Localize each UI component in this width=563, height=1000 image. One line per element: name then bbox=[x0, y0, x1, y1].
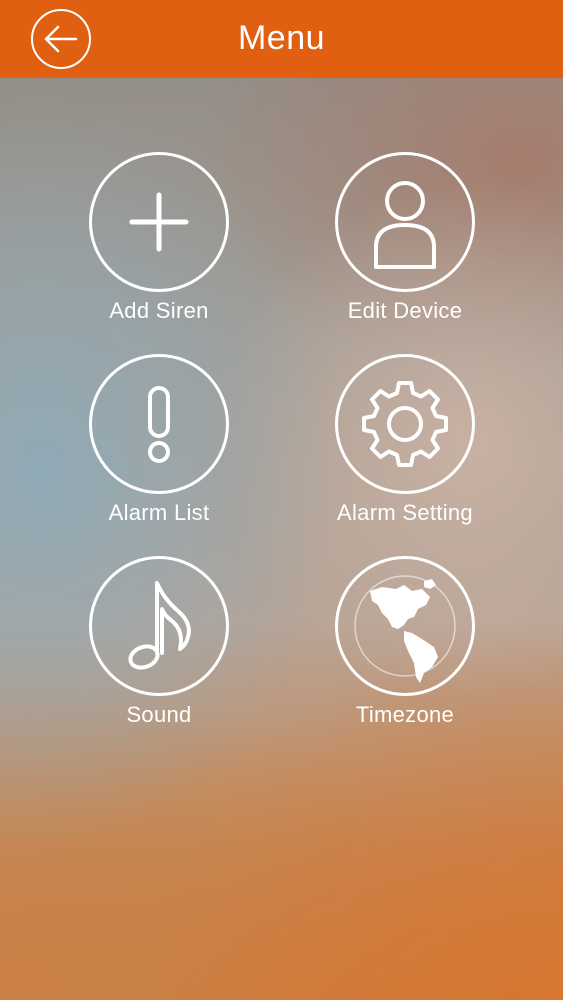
alarm-list-circle bbox=[89, 354, 229, 494]
plus-icon bbox=[129, 192, 189, 252]
edit-device-circle bbox=[335, 152, 475, 292]
edit-device-button[interactable]: Edit Device bbox=[295, 152, 515, 342]
music-note-icon bbox=[128, 581, 191, 670]
alarm-list-label: Alarm List bbox=[108, 500, 210, 525]
add-siren-circle bbox=[89, 152, 229, 292]
edit-device-label: Edit Device bbox=[347, 298, 463, 323]
sound-button[interactable]: Sound bbox=[49, 556, 269, 746]
alarm-setting-button[interactable]: Alarm Setting bbox=[295, 354, 515, 544]
user-icon bbox=[374, 181, 436, 269]
alarm-setting-circle bbox=[335, 354, 475, 494]
sound-circle bbox=[89, 556, 229, 696]
alarm-setting-label: Alarm Setting bbox=[337, 500, 473, 525]
add-siren-label: Add Siren bbox=[109, 298, 209, 323]
sound-label: Sound bbox=[126, 702, 192, 727]
timezone-label: Timezone bbox=[355, 702, 455, 727]
globe-icon bbox=[354, 575, 456, 683]
timezone-button[interactable]: Timezone bbox=[295, 556, 515, 746]
alarm-list-button[interactable]: Alarm List bbox=[49, 354, 269, 544]
header-bar: Menu bbox=[0, 0, 563, 78]
timezone-circle bbox=[335, 556, 475, 696]
exclamation-icon bbox=[148, 386, 170, 463]
page-title: Menu bbox=[237, 19, 326, 57]
add-siren-button[interactable]: Add Siren bbox=[49, 152, 269, 342]
gear-icon bbox=[362, 381, 448, 467]
